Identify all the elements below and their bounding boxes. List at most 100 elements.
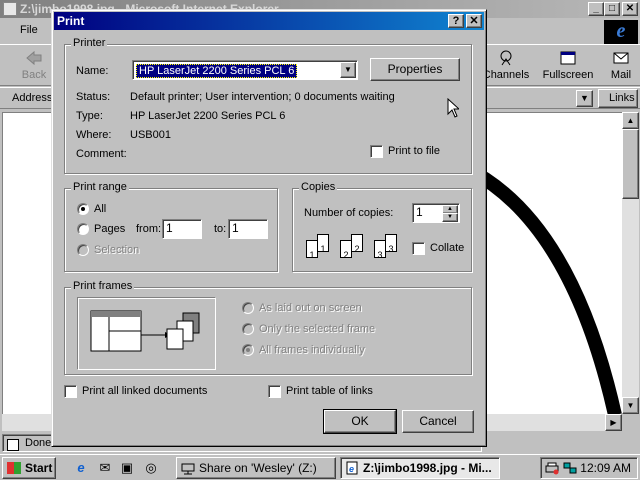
range-pages-label: Pages <box>94 223 126 235</box>
page-stack-2b: 2 <box>351 234 363 254</box>
minimize-icon[interactable]: _ <box>588 2 604 16</box>
properties-button[interactable]: Properties <box>370 58 460 81</box>
start-label: Start <box>25 461 53 475</box>
where-value: USB001 <box>130 129 171 141</box>
back-button[interactable]: Back <box>14 49 54 85</box>
ok-button[interactable]: OK <box>323 409 397 434</box>
task-share-button[interactable]: Share on 'Wesley' (Z:) <box>176 457 336 479</box>
scroll-down-icon[interactable]: ▼ <box>622 397 639 414</box>
print-to-file-label: Print to file <box>388 145 440 157</box>
frames-diagram-icon <box>90 310 200 352</box>
network-tray-icon[interactable] <box>563 461 577 475</box>
to-label: to: <box>214 223 227 235</box>
copies-number-label: Number of copies: <box>304 207 394 219</box>
ie-logo-icon: e <box>604 20 638 44</box>
frames-as-laid-out-radio[interactable] <box>242 302 254 314</box>
printer-name-select[interactable]: HP LaserJet 2200 Series PCL 6 ▼ <box>132 60 358 80</box>
comment-label: Comment: <box>76 148 127 160</box>
fullscreen-icon <box>560 51 576 65</box>
ie-page-icon: e <box>346 461 358 475</box>
back-arrow-icon <box>26 50 42 66</box>
svg-text:e: e <box>349 464 354 474</box>
ie-page-icon <box>3 2 17 16</box>
print-linked-checkbox[interactable] <box>64 385 77 398</box>
collate-label: Collate <box>430 242 465 254</box>
scroll-up-icon[interactable]: ▲ <box>622 112 639 129</box>
task-share-label: Share on 'Wesley' (Z:) <box>199 461 317 475</box>
cancel-button[interactable]: Cancel <box>402 410 474 433</box>
spin-down-icon[interactable]: ▼ <box>442 213 458 222</box>
fullscreen-label: Fullscreen <box>542 69 594 81</box>
print-table-links-checkbox[interactable] <box>268 385 281 398</box>
copies-number-value: 1 <box>416 205 423 219</box>
range-selection-radio[interactable] <box>77 244 89 256</box>
printer-name-value: HP LaserJet 2200 Series PCL 6 <box>136 64 298 78</box>
from-label: from: <box>136 223 162 235</box>
fullscreen-button[interactable]: Fullscreen <box>540 49 596 85</box>
type-value: HP LaserJet 2200 Series PCL 6 <box>130 110 286 122</box>
status-label: Done <box>25 437 52 449</box>
mail-label: Mail <box>610 69 632 81</box>
quicklaunch-channels-icon[interactable]: ◎ <box>142 459 160 477</box>
dialog-title: Print <box>57 14 85 28</box>
quicklaunch-ie-icon[interactable]: e <box>72 459 90 477</box>
network-drive-icon <box>181 463 195 475</box>
help-icon[interactable]: ? <box>448 14 464 28</box>
print-dialog: Print ? ✕ Printer Name: HP LaserJet 2200… <box>51 9 487 447</box>
menu-file[interactable]: File <box>20 24 38 36</box>
frames-preview-illustration <box>78 298 216 370</box>
printer-group-label: Printer <box>71 37 108 49</box>
scroll-thumb[interactable] <box>622 129 639 199</box>
copies-group-label: Copies <box>299 181 338 193</box>
vertical-scrollbar[interactable]: ▲ ▼ <box>622 112 639 414</box>
dialog-title-bar[interactable]: Print <box>54 12 484 30</box>
page-status-icon <box>7 439 19 451</box>
print-frames-group-label: Print frames <box>71 280 135 292</box>
from-input[interactable]: 1 <box>162 219 202 239</box>
range-selection-label: Selection <box>94 244 140 256</box>
channels-icon <box>500 50 512 66</box>
to-input[interactable]: 1 <box>228 219 268 239</box>
print-table-links-label: Print table of links <box>286 385 373 397</box>
range-all-radio[interactable] <box>77 203 89 215</box>
printer-name-label: Name: <box>76 65 109 77</box>
address-label: Address <box>12 92 53 104</box>
channels-button[interactable]: Channels <box>482 49 530 85</box>
links-button[interactable]: Links <box>598 89 638 108</box>
frames-all-individually-radio[interactable] <box>242 344 254 356</box>
where-label: Where: <box>76 129 112 141</box>
windows-flag-icon <box>7 462 21 474</box>
printer-tray-icon[interactable] <box>545 461 559 475</box>
collate-checkbox[interactable] <box>412 242 425 255</box>
quicklaunch-desktop-icon[interactable]: ▣ <box>118 459 136 477</box>
chevron-down-icon[interactable]: ▼ <box>340 62 356 78</box>
frames-as-laid-out-label: As laid out on screen <box>259 302 362 314</box>
back-label: Back <box>21 69 47 81</box>
status-label: Status: <box>76 91 111 103</box>
mail-icon <box>613 52 629 64</box>
type-label: Type: <box>76 110 103 122</box>
clock: 12:09 AM <box>580 461 631 475</box>
start-button[interactable]: Start <box>2 457 56 479</box>
quicklaunch-outlook-icon[interactable]: ✉ <box>96 459 114 477</box>
mail-button[interactable]: Mail <box>606 49 636 85</box>
maximize-icon[interactable]: □ <box>604 2 620 16</box>
address-dropdown-icon[interactable]: ▼ <box>576 90 593 107</box>
print-linked-label: Print all linked documents <box>82 385 208 397</box>
frames-only-selected-label: Only the selected frame <box>259 323 376 335</box>
range-pages-radio[interactable] <box>77 223 89 235</box>
print-range-group-label: Print range <box>71 181 129 193</box>
task-ie-button[interactable]: e Z:\jimbo1998.jpg - Mi... <box>340 457 500 479</box>
system-tray: 12:09 AM <box>540 457 638 479</box>
frames-only-selected-radio[interactable] <box>242 323 254 335</box>
taskbar: Start e ✉ ▣ ◎ Share on 'Wesley' (Z:) e Z… <box>0 454 640 480</box>
status-value: Default printer; User intervention; 0 do… <box>130 91 395 103</box>
print-to-file-checkbox[interactable] <box>370 145 383 158</box>
mouse-cursor-icon <box>447 98 459 118</box>
close-icon[interactable]: ✕ <box>466 14 482 28</box>
frames-all-individually-label: All frames individually <box>259 344 365 356</box>
scroll-right-icon[interactable]: ▶ <box>605 414 622 431</box>
close-icon[interactable]: ✕ <box>622 2 638 16</box>
task-ie-label: Z:\jimbo1998.jpg - Mi... <box>363 461 492 475</box>
page-stack-3b: 3 <box>385 234 397 254</box>
